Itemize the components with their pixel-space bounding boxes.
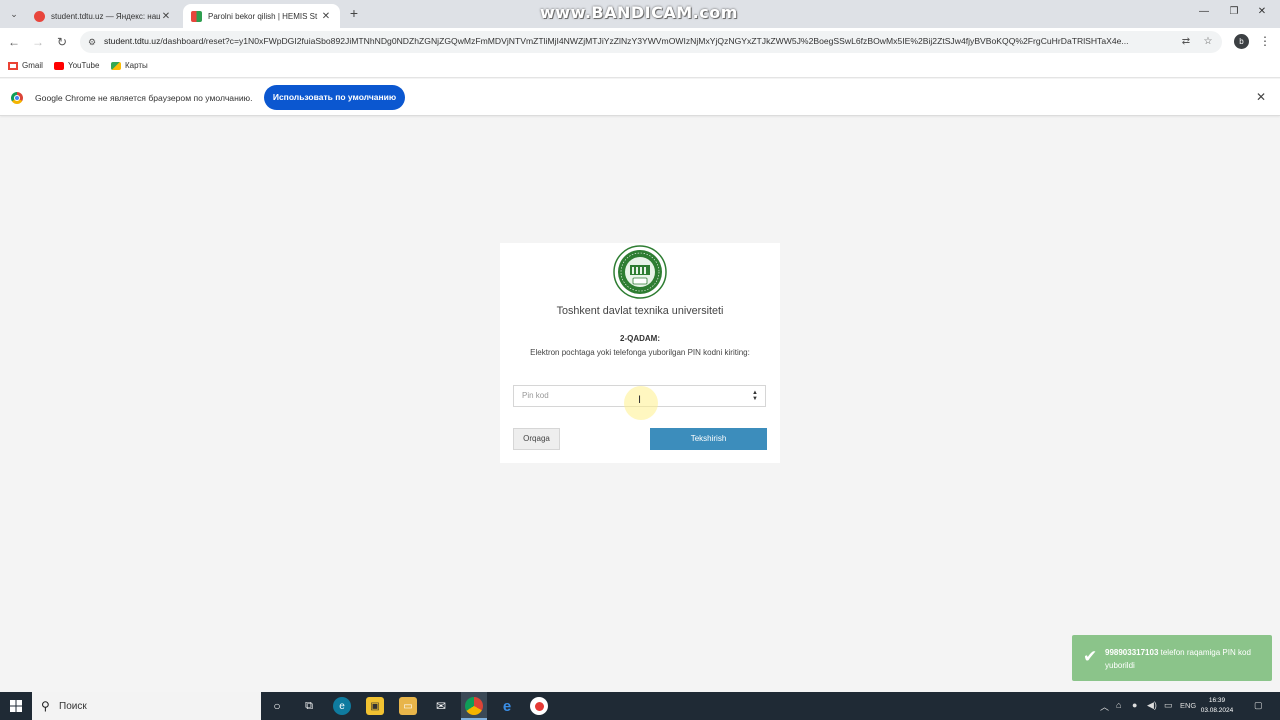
search-icon: ⚲ <box>41 699 50 713</box>
bookmark-star-icon[interactable]: ☆ <box>1202 36 1214 48</box>
step-title: 2-QADAM: <box>620 334 660 343</box>
search-placeholder: Поиск <box>59 701 87 712</box>
clock-time: 16:39 <box>1208 697 1226 704</box>
close-tab-icon[interactable]: ✕ <box>320 11 332 22</box>
tab-search-icon[interactable]: ⌄ <box>6 6 22 22</box>
yandex-icon <box>34 10 45 22</box>
bookmark-label: YouTube <box>68 61 100 70</box>
hemis-icon <box>191 10 202 22</box>
task-view-icon[interactable]: ⧉ <box>300 697 318 715</box>
restore-icon[interactable]: ❐ <box>1224 6 1244 17</box>
pin-placeholder: Pin kod <box>522 391 549 400</box>
url-text[interactable]: student.tdtu.uz/dashboard/reset?c=y1N0xF… <box>104 36 1174 46</box>
new-tab-icon[interactable]: + <box>346 5 362 21</box>
tray-chevron-icon[interactable]: ︿ <box>1100 700 1109 713</box>
bandicam-record-icon[interactable] <box>530 697 548 715</box>
close-icon[interactable]: ✕ <box>1256 90 1266 104</box>
bookmark-label: Карты <box>125 61 148 70</box>
address-bar[interactable]: ⚙ student.tdtu.uz/dashboard/reset?c=y1N0… <box>80 31 1222 53</box>
close-tab-icon[interactable]: ✕ <box>160 11 172 22</box>
bookmarks-bar: Gmail YouTube Карты <box>0 56 1280 78</box>
step-description: Elektron pochtaga yoki telefonga yuboril… <box>530 348 750 357</box>
close-window-icon[interactable]: ✕ <box>1252 6 1272 17</box>
bookmark-gmail[interactable]: Gmail <box>8 61 43 70</box>
reset-password-card: Toshkent davlat texnika universiteti 2-Q… <box>500 243 780 463</box>
menu-dots-icon[interactable]: ⋮ <box>1259 34 1271 48</box>
checkmark-icon: ✔ <box>1083 647 1098 666</box>
notifications-icon[interactable]: ▢ <box>1254 700 1263 711</box>
edge-icon[interactable]: e <box>333 697 351 715</box>
cortana-icon[interactable]: ○ <box>268 697 286 715</box>
store-icon[interactable]: ▣ <box>366 697 384 715</box>
chrome-taskbar-icon[interactable] <box>465 697 483 715</box>
text-cursor-icon: I <box>638 394 642 406</box>
mail-icon[interactable]: ✉ <box>432 697 450 715</box>
tab-yandex[interactable]: student.tdtu.uz — Яндекс: наш ✕ <box>26 4 180 28</box>
network-icon[interactable]: ⌂ <box>1116 700 1121 710</box>
reload-icon[interactable]: ↻ <box>54 34 70 50</box>
university-name: Toshkent davlat texnika universiteti <box>556 305 724 317</box>
windows-start-icon[interactable] <box>0 692 31 720</box>
bookmark-maps[interactable]: Карты <box>111 61 148 70</box>
url-host: student.tdtu.uz <box>104 36 161 46</box>
bookmark-label: Gmail <box>22 61 43 70</box>
bandicam-watermark: www.BANDICAM.com <box>540 3 738 22</box>
success-toast[interactable]: ✔ 998903317103 telefon raqamiga PIN kod … <box>1072 635 1272 681</box>
youtube-icon <box>54 61 64 70</box>
url-path: /dashboard/reset?c=y1N0xFWpDGI2fuiaSbo89… <box>160 36 1129 46</box>
back-arrow-icon[interactable]: ← <box>6 34 22 50</box>
chrome-icon <box>11 92 23 104</box>
forward-arrow-icon[interactable]: → <box>30 34 46 50</box>
display-icon[interactable]: ▭ <box>1164 700 1173 711</box>
ie-icon[interactable]: e <box>498 697 516 715</box>
tab-hemis[interactable]: Parolni bekor qilish | HEMIS St ✕ <box>183 4 340 28</box>
maps-icon <box>111 61 121 70</box>
site-info-icon[interactable]: ⚙ <box>86 36 98 48</box>
university-logo <box>613 245 667 299</box>
tab-title: Parolni bekor qilish | HEMIS St <box>208 11 318 21</box>
language-indicator[interactable]: ENG <box>1180 701 1196 710</box>
translate-icon[interactable]: ⇄ <box>1180 36 1192 48</box>
toast-phone: 998903317103 <box>1105 648 1159 657</box>
profile-avatar[interactable]: b <box>1234 34 1249 49</box>
tab-strip: ⌄ student.tdtu.uz — Яндекс: наш ✕ Paroln… <box>0 0 1280 28</box>
set-default-button[interactable]: Использовать по умолчанию <box>264 85 405 110</box>
default-browser-infobar: Google Chrome не является браузером по у… <box>0 79 1280 116</box>
verify-button[interactable]: Tekshirish <box>650 428 767 450</box>
clock-date: 03.08.2024 <box>1200 707 1234 714</box>
toast-message: 998903317103 telefon raqamiga PIN kod yu… <box>1105 646 1265 672</box>
tab-title: student.tdtu.uz — Яндекс: наш <box>51 11 160 21</box>
taskbar-clock[interactable]: 16:39 03.08.2024 <box>1200 696 1234 716</box>
windows-taskbar: ⚲ Поиск ○ ⧉ e ▣ ▭ ✉ e ︿ ⌂ ● ◀) ▭ ENG 16:… <box>0 692 1280 720</box>
number-spinner-icon[interactable]: ▲ ▼ <box>752 390 758 402</box>
taskbar-search[interactable]: ⚲ Поиск <box>32 692 261 720</box>
browser-toolbar: ← → ↻ ⚙ student.tdtu.uz/dashboard/reset?… <box>0 28 1280 56</box>
file-explorer-icon[interactable]: ▭ <box>399 697 417 715</box>
back-button[interactable]: Orqaga <box>513 428 560 450</box>
gmail-icon <box>8 61 18 70</box>
microphone-icon[interactable]: ● <box>1132 700 1137 710</box>
minimize-icon[interactable]: — <box>1194 6 1214 17</box>
infobar-text: Google Chrome не является браузером по у… <box>35 93 253 103</box>
bookmark-youtube[interactable]: YouTube <box>54 61 99 70</box>
volume-icon[interactable]: ◀) <box>1147 700 1157 711</box>
